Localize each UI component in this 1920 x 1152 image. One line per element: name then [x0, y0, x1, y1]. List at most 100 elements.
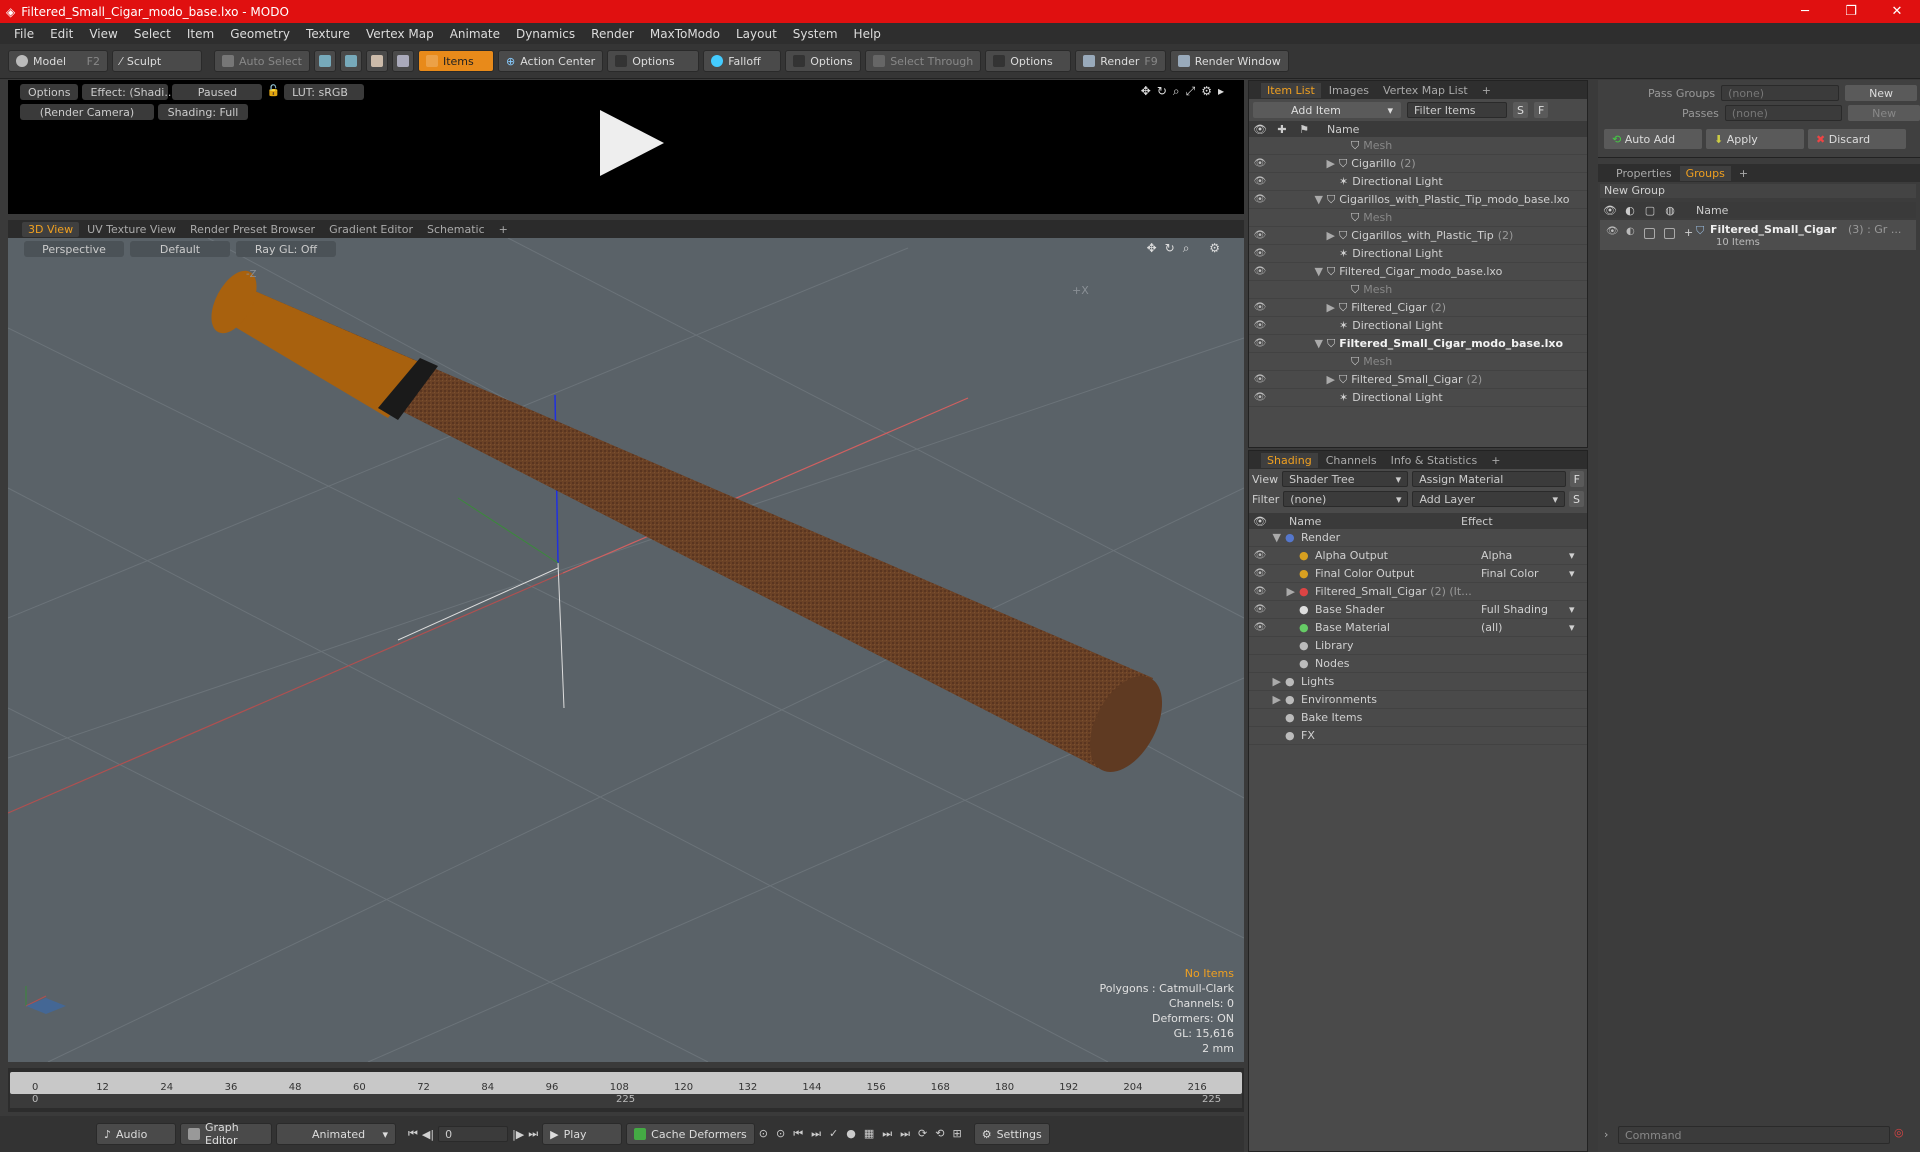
- filter-s-button[interactable]: S: [1513, 102, 1528, 118]
- cache-deformers-button[interactable]: Cache Deformers: [626, 1123, 755, 1145]
- step-back-icon[interactable]: ◀|: [422, 1128, 434, 1141]
- lut-dropdown[interactable]: LUT: sRGB: [284, 84, 365, 100]
- expand-arrow-icon[interactable]: ▼: [1271, 193, 1327, 206]
- add-item-button[interactable]: Add Item ▾: [1253, 102, 1401, 118]
- key-tools-icons[interactable]: ⊙⊙⏮⏭✓●▦⏭⏭⟳⟲⊞: [759, 1127, 970, 1141]
- new-group-bar[interactable]: New Group: [1600, 184, 1916, 198]
- menu-item-view[interactable]: View: [81, 27, 125, 41]
- tab-images[interactable]: Images: [1323, 83, 1375, 98]
- render-window-button[interactable]: Render Window: [1169, 50, 1289, 72]
- item-list-row[interactable]: 👁 ▶ ⛉ Cigarillo (2): [1249, 155, 1587, 173]
- menu-item-render[interactable]: Render: [583, 27, 642, 41]
- edge-mode-button[interactable]: [339, 50, 362, 72]
- viewport-nav-icons[interactable]: ✥↻⌕ ⚙: [1147, 241, 1228, 256]
- layer-effect-dropdown[interactable]: Final Color: [1481, 567, 1539, 580]
- expand-arrow-icon[interactable]: ▶: [1271, 157, 1339, 170]
- expand-arrow-icon[interactable]: ▼: [1271, 531, 1285, 544]
- shader-tree-row[interactable]: ● Library: [1249, 637, 1587, 655]
- visibility-eye-icon[interactable]: 👁: [1249, 176, 1271, 187]
- item-list-row[interactable]: ⛉ Mesh: [1249, 353, 1587, 371]
- add-layer-dropdown[interactable]: Add Layer ▾: [1412, 491, 1566, 507]
- camera-dropdown[interactable]: (Render Camera): [20, 104, 154, 120]
- tab-3d-view[interactable]: 3D View: [22, 221, 80, 237]
- play-button[interactable]: ▶ Play: [542, 1123, 623, 1145]
- effect-dropdown[interactable]: Effect: (Shadi...: [82, 84, 175, 100]
- add-tab-icon[interactable]: +: [1733, 166, 1754, 181]
- menu-item-layout[interactable]: Layout: [728, 27, 785, 41]
- visibility-eye-icon[interactable]: 👁: [1249, 338, 1271, 349]
- step-forward-icon[interactable]: |▶: [512, 1128, 524, 1141]
- item-list-row[interactable]: 👁 ▶ ⛉ Filtered_Cigar (2): [1249, 299, 1587, 317]
- layer-effect-dropdown[interactable]: (all): [1481, 621, 1502, 634]
- passes-dropdown[interactable]: (none): [1724, 105, 1843, 121]
- auto-add-button[interactable]: ⟲ Auto Add: [1604, 129, 1702, 149]
- item-list-row[interactable]: 👁 ▼ ⛉ Filtered_Cigar_modo_base.lxo: [1249, 263, 1587, 281]
- shader-tree-row[interactable]: 👁 ● Alpha Output Alpha ▾: [1249, 547, 1587, 565]
- expand-arrow-icon[interactable]: ▶: [1271, 675, 1285, 688]
- group-lock-checkbox[interactable]: [1644, 228, 1655, 239]
- paused-button[interactable]: Paused: [172, 84, 263, 100]
- item-list-row[interactable]: 👁 ▶ ⛉ Cigarillos_with_Plastic_Tip (2): [1249, 227, 1587, 245]
- options-button-2[interactable]: Options: [785, 50, 862, 72]
- new-pass-group-button[interactable]: New: [1845, 85, 1918, 101]
- options-button-1[interactable]: Options: [607, 50, 700, 72]
- sculpt-button[interactable]: ⁄ Sculpt: [112, 50, 202, 72]
- shader-tree-row[interactable]: ● Bake Items: [1249, 709, 1587, 727]
- visibility-eye-icon[interactable]: 👁: [1249, 248, 1271, 259]
- visibility-eye-icon[interactable]: 👁: [1249, 392, 1271, 403]
- apply-button[interactable]: ⬇ Apply: [1706, 129, 1804, 149]
- minimize-icon[interactable]: ─: [1782, 0, 1828, 23]
- item-list-row[interactable]: 👁 ▼ ⛉ Cigarillos_with_Plastic_Tip_modo_base…: [1249, 191, 1587, 209]
- expand-arrow-icon[interactable]: ▶: [1271, 585, 1299, 598]
- lock-icon[interactable]: 🔓: [266, 84, 280, 100]
- pass-groups-dropdown[interactable]: (none): [1721, 85, 1840, 101]
- skip-start-icon[interactable]: ⏮: [408, 1127, 418, 1141]
- 3d-viewport[interactable]: +X -Z Perspective Default Ray GL: Off ✥↻…: [8, 238, 1244, 1062]
- menu-item-animate[interactable]: Animate: [442, 27, 508, 41]
- timeline-ruler[interactable]: 0 12 24 36 48 60 72 84 96 108 120 132 144 156 168 180 19…: [10, 1072, 1242, 1094]
- tab-vertex-map-list[interactable]: Vertex Map List: [1377, 83, 1474, 98]
- filter-f-button[interactable]: F: [1533, 102, 1549, 118]
- cigar-model[interactable]: [202, 264, 1177, 784]
- tab-item-list[interactable]: Item List: [1261, 82, 1321, 98]
- group-eye-icon[interactable]: 👁: [1606, 226, 1619, 237]
- visibility-eye-icon[interactable]: 👁: [1249, 568, 1271, 579]
- falloff-button[interactable]: Falloff: [703, 50, 782, 72]
- menu-item-file[interactable]: File: [6, 27, 42, 41]
- item-list-row[interactable]: ⛉ Mesh: [1249, 137, 1587, 155]
- item-list-row[interactable]: 👁 ✶ Directional Light: [1249, 173, 1587, 191]
- expand-arrow-icon[interactable]: ▶: [1271, 373, 1339, 386]
- command-input[interactable]: Command: [1618, 1126, 1890, 1144]
- visibility-eye-icon[interactable]: 👁: [1249, 604, 1271, 615]
- shader-tree-row[interactable]: ▶ ● Environments: [1249, 691, 1587, 709]
- settings-button[interactable]: ⚙ Settings: [973, 1123, 1050, 1145]
- assign-material-button[interactable]: Assign Material: [1412, 471, 1566, 487]
- vertex-mode-button[interactable]: [313, 50, 336, 72]
- render-preview[interactable]: Options Effect: (Shadi... Paused 🔓 LUT: …: [8, 80, 1244, 214]
- close-icon[interactable]: ✕: [1874, 0, 1920, 23]
- animated-dropdown[interactable]: Animated ▾: [276, 1123, 396, 1145]
- maximize-icon[interactable]: ❐: [1828, 0, 1874, 23]
- shading-s-button[interactable]: S: [1569, 491, 1584, 507]
- visibility-eye-icon[interactable]: 👁: [1249, 586, 1271, 597]
- polygon-mode-button[interactable]: [365, 50, 388, 72]
- menu-item-geometry[interactable]: Geometry: [222, 27, 298, 41]
- tab-gradient-editor[interactable]: Gradient Editor: [323, 222, 419, 237]
- timeline[interactable]: 0 12 24 36 48 60 72 84 96 108 120 132 144 156 168 180 19…: [8, 1068, 1244, 1112]
- items-button[interactable]: Items: [417, 50, 494, 72]
- item-list-row[interactable]: 👁 ✶ Directional Light: [1249, 245, 1587, 263]
- filter-items-field[interactable]: Filter Items: [1407, 102, 1507, 118]
- tab-shading[interactable]: Shading: [1261, 452, 1318, 468]
- group-render-icon[interactable]: ◐: [1626, 226, 1635, 237]
- perspective-dropdown[interactable]: Perspective: [24, 241, 124, 257]
- tab-channels[interactable]: Channels: [1320, 453, 1383, 468]
- raygl-dropdown[interactable]: Ray GL: Off: [236, 241, 336, 257]
- tab-groups[interactable]: Groups: [1679, 165, 1731, 181]
- tab-properties[interactable]: Properties: [1610, 166, 1678, 181]
- menu-item-system[interactable]: System: [785, 27, 846, 41]
- material-mode-button[interactable]: [391, 50, 414, 72]
- shader-tree-row[interactable]: ● FX: [1249, 727, 1587, 745]
- visibility-eye-icon[interactable]: 👁: [1249, 374, 1271, 385]
- add-tab-icon[interactable]: +: [493, 222, 514, 237]
- default-dropdown[interactable]: Default: [130, 241, 230, 257]
